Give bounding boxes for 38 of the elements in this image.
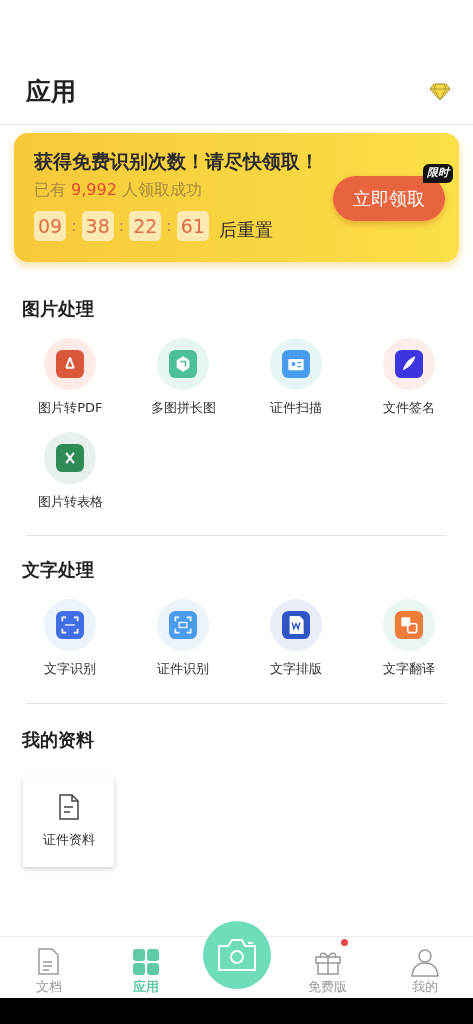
app-shortcut[interactable]: 文字翻译	[352, 599, 465, 679]
document-icon	[281, 611, 310, 639]
app-shortcut[interactable]: 图片转PDF	[14, 338, 127, 418]
page-title: 应用	[26, 76, 76, 109]
claim-count-text: 已有 9,992 人领取成功	[34, 178, 202, 201]
app-shortcut[interactable]: 多图拼长图	[126, 338, 240, 418]
person-icon	[409, 946, 440, 977]
diamond-icon[interactable]	[429, 82, 451, 102]
timer-separator: :	[71, 215, 77, 237]
app-shortcut[interactable]: 图片转表格	[14, 431, 127, 511]
app-shortcut[interactable]: 证件扫描	[239, 338, 353, 418]
pdf-icon	[56, 350, 85, 378]
document-icon	[58, 793, 79, 820]
app-shortcut[interactable]: 证件识别	[126, 599, 240, 679]
section-title: 图片处理	[22, 297, 95, 321]
timer-digits: 09	[34, 210, 67, 242]
reset-text: 后重置	[218, 217, 273, 242]
timer-digits: 61	[176, 210, 209, 242]
app-shortcut[interactable]: 文件签名	[352, 338, 465, 418]
app-shortcut[interactable]: 文字排版	[239, 599, 353, 679]
app-shortcut[interactable]: 文字识别	[14, 599, 127, 679]
camera-icon	[216, 938, 257, 972]
id-card-icon	[281, 350, 310, 378]
translate-icon	[394, 611, 423, 639]
spreadsheet-icon	[56, 443, 85, 472]
grid-icon	[130, 946, 161, 977]
limited-tag: 限时	[423, 164, 453, 183]
feather-icon	[394, 350, 423, 378]
scan-frame-icon	[169, 611, 198, 639]
folder-card[interactable]: 证件资料	[23, 776, 114, 867]
banner-headline: 获得免费识别次数！请尽快领取！	[34, 149, 319, 174]
timer-separator: :	[166, 215, 172, 237]
timer-digits: 22	[129, 210, 162, 242]
scan-frame-icon	[56, 611, 85, 639]
section-title: 我的资料	[22, 727, 95, 752]
section-title: 文字处理	[22, 558, 95, 582]
timer-separator: :	[118, 215, 125, 237]
timer-digits: 38	[81, 210, 114, 242]
